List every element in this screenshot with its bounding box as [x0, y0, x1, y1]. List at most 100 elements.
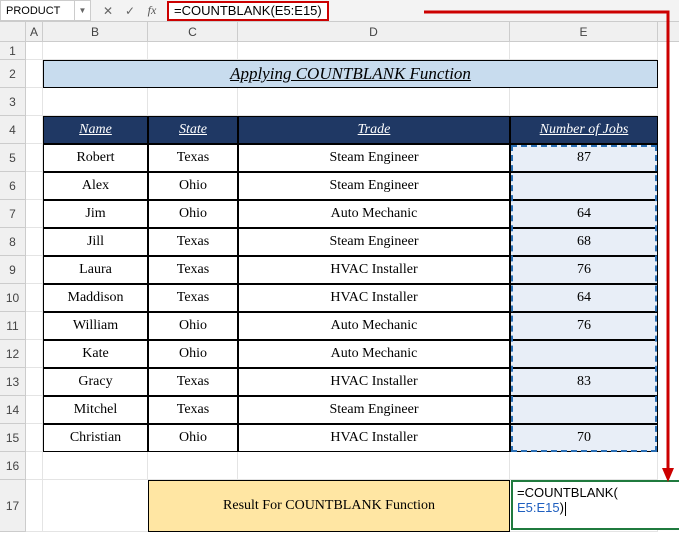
table-cell[interactable]: Texas	[148, 228, 238, 256]
cell[interactable]	[43, 452, 148, 480]
table-cell[interactable]: Auto Mechanic	[238, 340, 510, 368]
fx-icon[interactable]: fx	[141, 0, 163, 21]
cell[interactable]	[43, 480, 148, 532]
table-cell[interactable]: Texas	[148, 368, 238, 396]
row-header[interactable]: 1	[0, 42, 26, 60]
cell[interactable]	[43, 88, 148, 116]
cancel-icon[interactable]: ✕	[97, 0, 119, 21]
table-cell[interactable]: Steam Engineer	[238, 144, 510, 172]
row-header[interactable]: 3	[0, 88, 26, 116]
row-header[interactable]: 2	[0, 60, 26, 88]
select-all-corner[interactable]	[0, 22, 26, 41]
table-cell[interactable]: 76	[510, 256, 658, 284]
row-header[interactable]: 17	[0, 480, 26, 532]
row-header[interactable]: 6	[0, 172, 26, 200]
table-cell[interactable]: 87	[510, 144, 658, 172]
cell[interactable]	[43, 42, 148, 60]
table-cell[interactable]: Texas	[148, 284, 238, 312]
cell[interactable]	[26, 480, 43, 532]
table-cell[interactable]: Maddison	[43, 284, 148, 312]
table-cell[interactable]	[510, 340, 658, 368]
cell[interactable]	[26, 256, 43, 284]
table-cell[interactable]: HVAC Installer	[238, 424, 510, 452]
row-header[interactable]: 16	[0, 452, 26, 480]
row-header[interactable]: 14	[0, 396, 26, 424]
row-header[interactable]: 8	[0, 228, 26, 256]
col-header-c[interactable]: C	[148, 22, 238, 41]
row-header[interactable]: 5	[0, 144, 26, 172]
table-cell[interactable]: Kate	[43, 340, 148, 368]
row-header[interactable]: 7	[0, 200, 26, 228]
cell[interactable]	[26, 228, 43, 256]
cell[interactable]	[26, 144, 43, 172]
table-cell[interactable]	[510, 396, 658, 424]
cell[interactable]	[510, 452, 658, 480]
cell[interactable]	[26, 424, 43, 452]
table-cell[interactable]: 64	[510, 284, 658, 312]
cell[interactable]	[26, 312, 43, 340]
row-header[interactable]: 10	[0, 284, 26, 312]
table-cell[interactable]: William	[43, 312, 148, 340]
name-box-dropdown[interactable]: ▼	[75, 0, 91, 21]
table-cell[interactable]: Christian	[43, 424, 148, 452]
active-cell[interactable]: =COUNTBLANK( E5:E15)	[511, 480, 679, 530]
col-header-a[interactable]: A	[26, 22, 43, 41]
table-cell[interactable]: Steam Engineer	[238, 172, 510, 200]
cell[interactable]	[26, 396, 43, 424]
page-title[interactable]: Applying COUNTBLANK Function	[43, 60, 658, 88]
table-cell[interactable]: 68	[510, 228, 658, 256]
table-cell[interactable]: Ohio	[148, 200, 238, 228]
table-cell[interactable]: Ohio	[148, 172, 238, 200]
table-cell[interactable]: 70	[510, 424, 658, 452]
cell[interactable]	[148, 88, 238, 116]
table-cell[interactable]: Ohio	[148, 340, 238, 368]
table-cell[interactable]: Laura	[43, 256, 148, 284]
table-cell[interactable]: 83	[510, 368, 658, 396]
row-header[interactable]: 15	[0, 424, 26, 452]
table-cell[interactable]: Mitchel	[43, 396, 148, 424]
cell[interactable]	[26, 60, 43, 88]
table-cell[interactable]: 76	[510, 312, 658, 340]
row-header[interactable]: 4	[0, 116, 26, 144]
table-cell[interactable]: HVAC Installer	[238, 284, 510, 312]
table-cell[interactable]: Alex	[43, 172, 148, 200]
table-header-jobs[interactable]: Number of Jobs	[510, 116, 658, 144]
table-cell[interactable]: Ohio	[148, 424, 238, 452]
cell[interactable]	[26, 88, 43, 116]
table-cell[interactable]: Ohio	[148, 312, 238, 340]
cell[interactable]	[510, 42, 658, 60]
table-header-state[interactable]: State	[148, 116, 238, 144]
table-cell[interactable]: Steam Engineer	[238, 396, 510, 424]
cell[interactable]	[238, 88, 510, 116]
table-cell[interactable]: Auto Mechanic	[238, 312, 510, 340]
table-header-name[interactable]: Name	[43, 116, 148, 144]
table-cell[interactable]: Texas	[148, 256, 238, 284]
table-cell[interactable]: Auto Mechanic	[238, 200, 510, 228]
cell[interactable]	[238, 42, 510, 60]
table-cell[interactable]: Texas	[148, 396, 238, 424]
result-label[interactable]: Result For COUNTBLANK Function	[148, 480, 510, 532]
cell[interactable]	[148, 42, 238, 60]
cell[interactable]	[26, 340, 43, 368]
row-header[interactable]: 11	[0, 312, 26, 340]
col-header-b[interactable]: B	[43, 22, 148, 41]
table-cell[interactable]: Steam Engineer	[238, 228, 510, 256]
row-header[interactable]: 12	[0, 340, 26, 368]
cell[interactable]	[26, 200, 43, 228]
table-cell[interactable]: HVAC Installer	[238, 368, 510, 396]
cell[interactable]	[238, 452, 510, 480]
cell[interactable]	[26, 116, 43, 144]
cell[interactable]	[26, 284, 43, 312]
table-header-trade[interactable]: Trade	[238, 116, 510, 144]
table-cell[interactable]: Jim	[43, 200, 148, 228]
row-header[interactable]: 13	[0, 368, 26, 396]
name-box[interactable]: PRODUCT	[0, 0, 75, 21]
col-header-e[interactable]: E	[510, 22, 658, 41]
table-cell[interactable]: Texas	[148, 144, 238, 172]
table-cell[interactable]: Jill	[43, 228, 148, 256]
col-header-d[interactable]: D	[238, 22, 510, 41]
cell[interactable]	[510, 88, 658, 116]
table-cell[interactable]	[510, 172, 658, 200]
table-cell[interactable]: Robert	[43, 144, 148, 172]
table-cell[interactable]: HVAC Installer	[238, 256, 510, 284]
